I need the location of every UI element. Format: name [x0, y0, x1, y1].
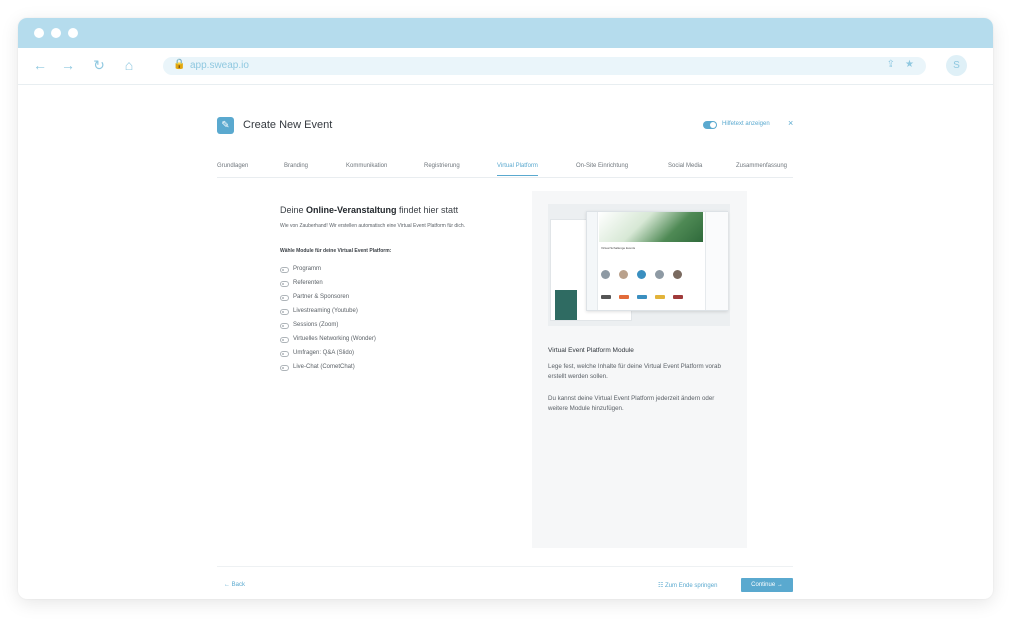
preview-sponsor-logo — [655, 295, 665, 299]
window-maximize-dot[interactable] — [68, 28, 78, 38]
help-panel-title: Virtual Event Platform Module — [548, 347, 634, 354]
preview-front-window: Virtual Schallenge Events — [586, 211, 728, 311]
forward-arrow-icon[interactable]: → — [60, 57, 76, 73]
close-icon[interactable]: × — [788, 118, 793, 128]
window-titlebar — [18, 18, 993, 48]
profile-avatar[interactable]: S — [946, 55, 967, 76]
module-toggle-partner[interactable]: Partner & Sponsoren — [280, 294, 480, 304]
tab-social-media[interactable]: Social Media — [668, 163, 702, 169]
module-toggle-sessions[interactable]: Sessions (Zoom) — [280, 322, 480, 332]
module-toggle-referenten[interactable]: Referenten — [280, 280, 480, 290]
section-title-post: findet hier statt — [396, 205, 459, 215]
continue-button[interactable]: Continue → — [741, 578, 793, 592]
tab-registrierung[interactable]: Registrierung — [424, 163, 460, 169]
back-button[interactable]: ← Back — [224, 582, 245, 588]
module-label: Programm — [293, 266, 322, 272]
browser-window: ← → ↻ ⌂ 🔒 app.sweap.io ⇪ ★ S ✎ Create Ne… — [18, 18, 993, 599]
preview-sponsor-logo — [601, 295, 611, 299]
tab-on-site-einrichtung[interactable]: On-Site Einrichtung — [576, 163, 628, 169]
toggle-switch[interactable] — [280, 365, 289, 371]
toggle-switch[interactable] — [280, 295, 289, 301]
wizard-tabs: Grundlagen Branding Kommunikation Regist… — [217, 163, 793, 178]
section-subtitle: Wie von Zauberhand! Wir erstellen automa… — [280, 223, 465, 229]
module-label: Umfragen: Q&A (Slido) — [293, 350, 355, 356]
help-panel: Virtual Schallenge Events Virtual Event … — [532, 191, 747, 548]
back-arrow-icon[interactable]: ← — [32, 57, 48, 73]
help-panel-text-2: Du kannst deine Virtual Event Platform j… — [548, 395, 715, 412]
module-toggle-networking[interactable]: Virtuelles Networking (Wonder) — [280, 336, 480, 346]
footer-divider — [217, 566, 793, 567]
window-close-dot[interactable] — [34, 28, 44, 38]
module-toggle-programm[interactable]: Programm — [280, 266, 480, 276]
tab-zusammenfassung[interactable]: Zusammenfassung — [736, 163, 787, 169]
module-label: Sessions (Zoom) — [293, 322, 339, 328]
help-panel-text-1: Lege fest, welche Inhalte für deine Virt… — [548, 363, 721, 380]
module-label: Livestreaming (Youtube) — [293, 308, 358, 314]
share-icon[interactable]: ⇪ — [887, 59, 895, 70]
module-toggle-umfragen[interactable]: Umfragen: Q&A (Slido) — [280, 350, 480, 360]
toggle-switch[interactable] — [280, 309, 289, 315]
module-label: Referenten — [293, 280, 323, 286]
preview-sponsor-logo — [637, 295, 647, 299]
help-text-label[interactable]: Hilfetext anzeigen — [722, 121, 770, 127]
home-icon[interactable]: ⌂ — [121, 57, 137, 73]
magic-wand-icon: ✎ — [217, 117, 234, 134]
module-label: Live-Chat (CometChat) — [293, 364, 355, 370]
preview-avatar — [637, 270, 646, 279]
skip-to-end-link[interactable]: ☷ Zum Ende springen — [658, 582, 717, 589]
preview-avatar — [673, 270, 682, 279]
section-title: Deine Online-Veranstaltung findet hier s… — [280, 205, 458, 215]
module-toggle-livestreaming[interactable]: Livestreaming (Youtube) — [280, 308, 480, 318]
preview-right-column — [705, 212, 728, 310]
toggle-switch[interactable] — [280, 323, 289, 329]
help-text-toggle[interactable] — [703, 121, 717, 129]
window-minimize-dot[interactable] — [51, 28, 61, 38]
modules-label: Wähle Module für deine Virtual Event Pla… — [280, 248, 392, 254]
toggle-switch[interactable] — [280, 267, 289, 273]
url-text[interactable]: app.sweap.io — [190, 60, 249, 71]
bookmark-star-icon[interactable]: ★ — [905, 59, 914, 70]
module-label: Virtuelles Networking (Wonder) — [293, 336, 376, 342]
preview-title: Virtual Schallenge Events — [601, 246, 636, 250]
preview-avatar — [655, 270, 664, 279]
module-toggle-live-chat[interactable]: Live-Chat (CometChat) — [280, 364, 480, 374]
tab-kommunikation[interactable]: Kommunikation — [346, 163, 387, 169]
tab-grundlagen[interactable]: Grundlagen — [217, 163, 248, 169]
create-event-wizard: ✎ Create New Event Hilfetext anzeigen × … — [18, 85, 993, 599]
section-title-bold: Online-Veranstaltung — [306, 205, 397, 215]
browser-toolbar: ← → ↻ ⌂ 🔒 app.sweap.io ⇪ ★ S — [18, 48, 993, 85]
toggle-switch[interactable] — [280, 337, 289, 343]
address-bar[interactable]: 🔒 app.sweap.io ⇪ ★ — [163, 57, 926, 75]
preview-sponsor-logo — [673, 295, 683, 299]
toggle-switch[interactable] — [280, 351, 289, 357]
preview-avatar — [601, 270, 610, 279]
lock-icon: 🔒 — [173, 59, 186, 70]
reload-icon[interactable]: ↻ — [91, 57, 107, 73]
tab-branding[interactable]: Branding — [284, 163, 308, 169]
preview-sidebar — [587, 212, 598, 310]
preview-sponsor-logo — [619, 295, 629, 299]
tab-virtual-platform[interactable]: Virtual Platform — [497, 163, 538, 176]
preview-avatar — [619, 270, 628, 279]
platform-preview-image: Virtual Schallenge Events — [548, 204, 730, 326]
preview-thumbnail — [555, 290, 577, 320]
module-label: Partner & Sponsoren — [293, 294, 350, 300]
section-title-pre: Deine — [280, 205, 307, 215]
preview-hero-image — [599, 212, 703, 242]
toggle-switch[interactable] — [280, 281, 289, 287]
page-title: Create New Event — [243, 119, 333, 131]
